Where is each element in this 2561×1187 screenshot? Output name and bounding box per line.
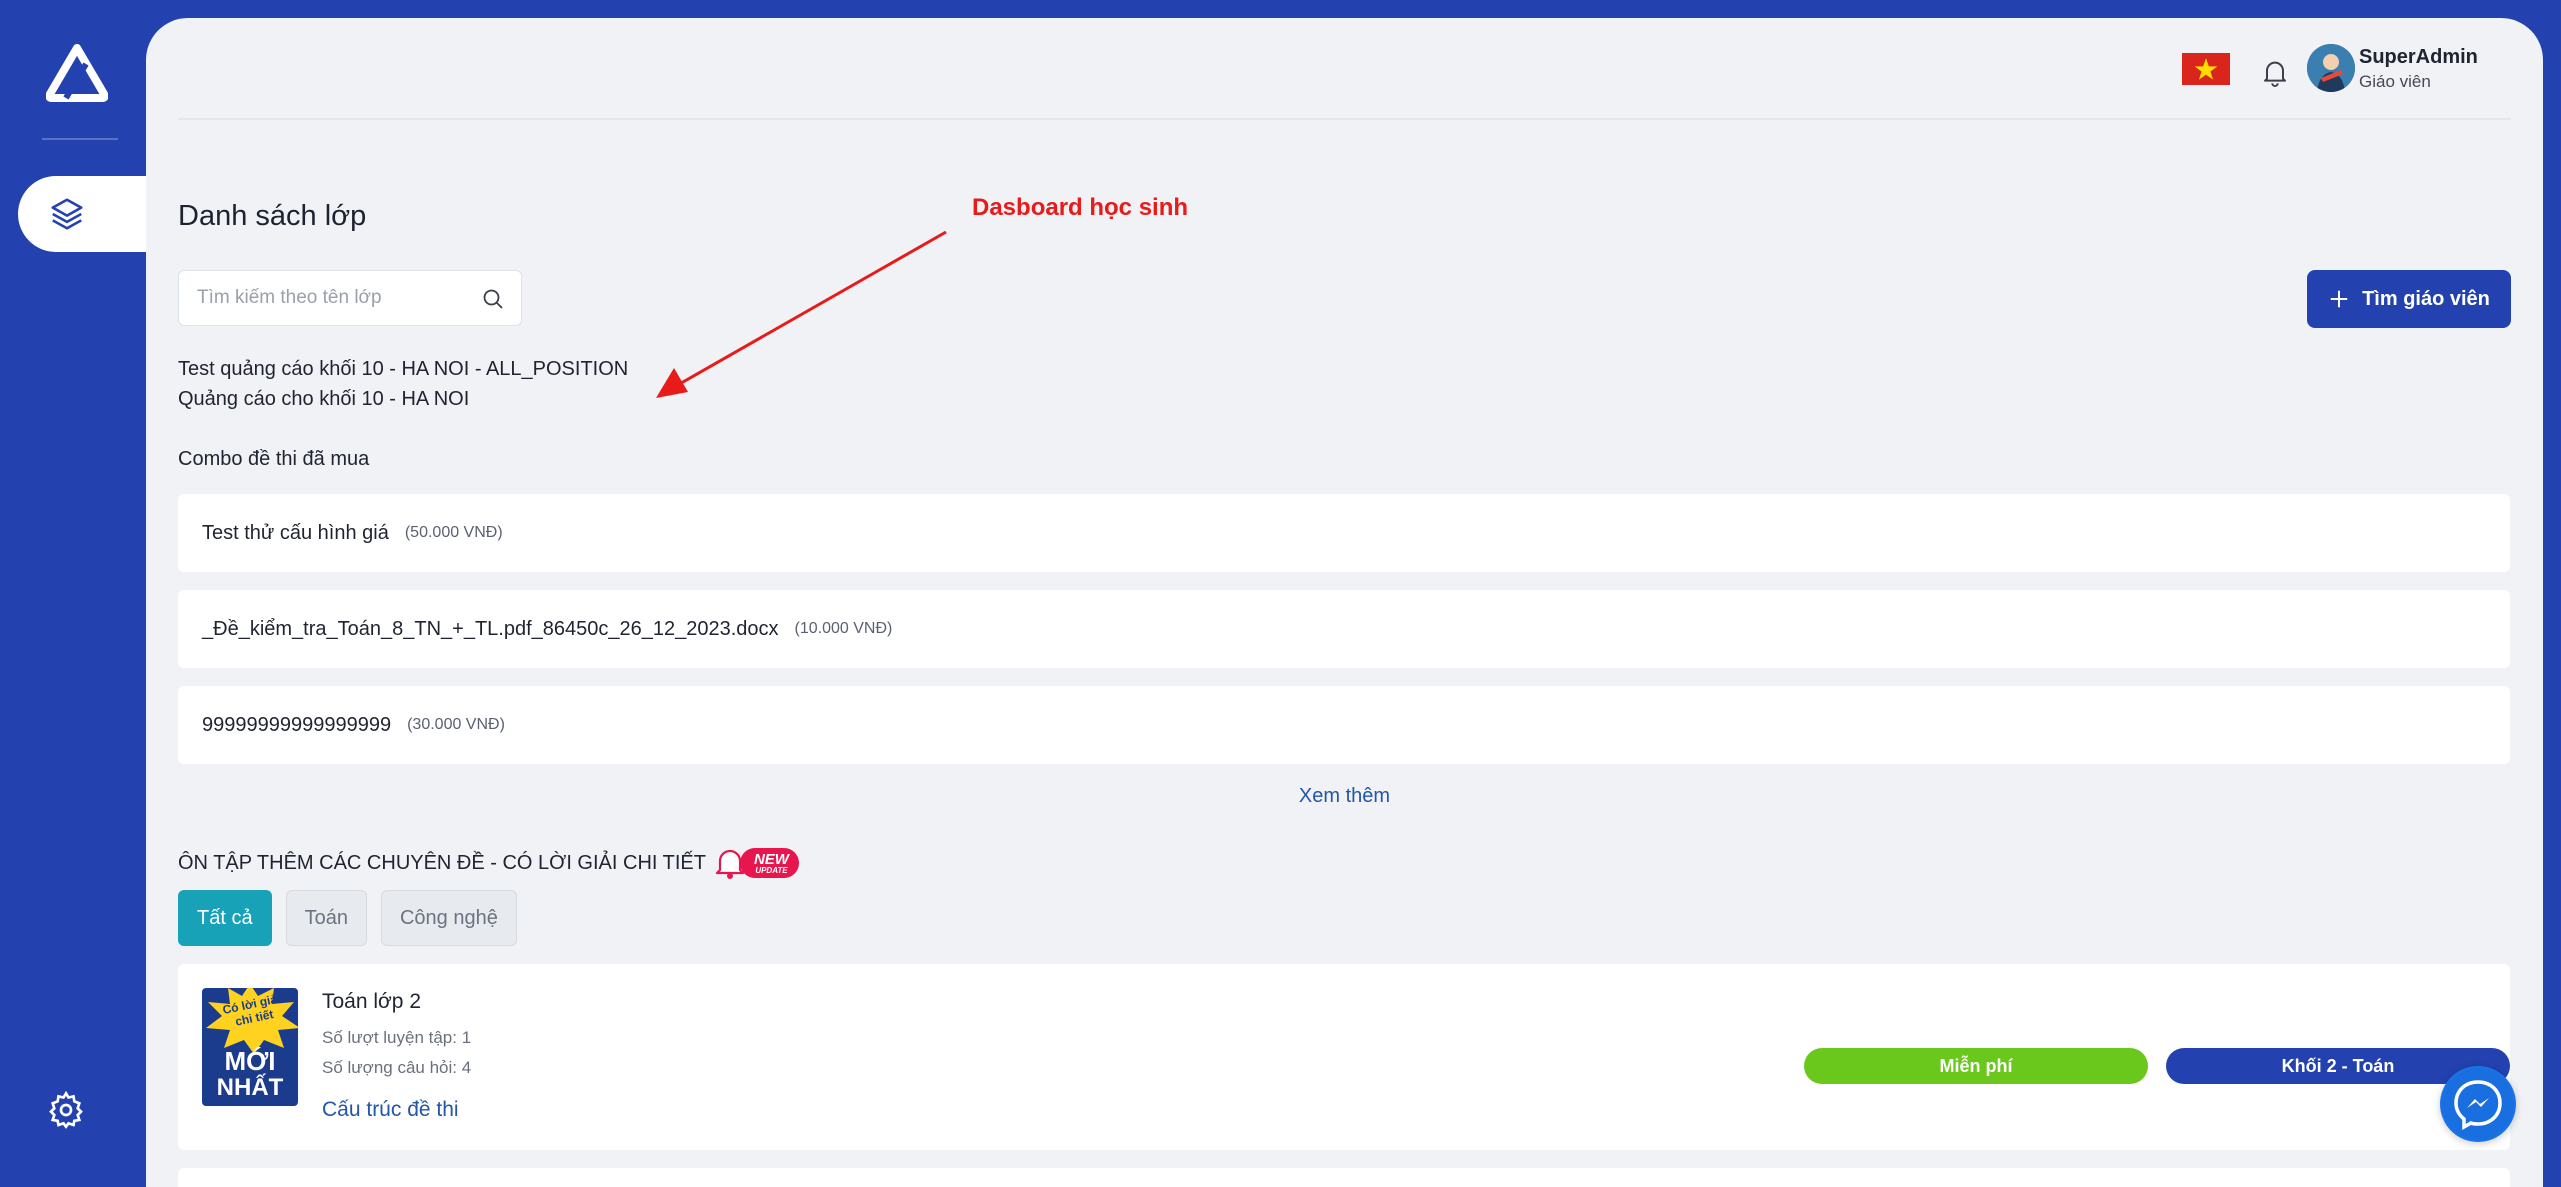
practice-count: Số lượt luyện tập: 1 <box>322 1028 472 1047</box>
annotation-label: Dasboard học sinh <box>972 194 1189 221</box>
thumb-text-line1: MỚI <box>224 1046 276 1076</box>
combo-item[interactable]: _Đề_kiểm_tra_Toán_8_TN_+_TL.pdf_86450c_2… <box>178 590 2510 668</box>
avatar[interactable] <box>2307 44 2355 92</box>
new-update-pill: NEW UPDATE <box>739 848 799 878</box>
annotation-arrow <box>656 230 947 398</box>
tab-math[interactable]: Toán <box>285 890 367 946</box>
price-badge: Miễn phí <box>1804 1048 2148 1084</box>
vietnam-flag-icon[interactable] <box>2182 53 2230 85</box>
logo-icon[interactable] <box>46 44 108 102</box>
course-card[interactable] <box>178 1168 2510 1187</box>
combo-name: Test thử cấu hình giá <box>202 521 389 544</box>
messenger-icon[interactable] <box>2440 1066 2516 1142</box>
top-header: SuperAdmin Giáo viên <box>178 18 2511 120</box>
see-more-link[interactable]: Xem thêm <box>146 785 2543 808</box>
find-teacher-label: Tìm giáo viên <box>2362 287 2490 310</box>
combo-name: 99999999999999999 <box>202 713 392 736</box>
bell-icon[interactable] <box>2259 54 2291 90</box>
tab-all[interactable]: Tất cả <box>178 890 272 946</box>
combo-name: _Đề_kiểm_tra_Toán_8_TN_+_TL.pdf_86450c_2… <box>202 617 779 640</box>
course-title[interactable]: Toán lớp 2 <box>322 990 421 1014</box>
user-name[interactable]: SuperAdmin <box>2359 46 2499 69</box>
thumb-text-line2: NHẤT <box>216 1074 284 1101</box>
ad-link[interactable]: Quảng cáo cho khối 10 - HA NOI <box>178 388 469 411</box>
question-count: Số lượng câu hỏi: 4 <box>322 1058 472 1077</box>
main-content: SuperAdmin Giáo viên Danh sách lớp Dasbo… <box>146 18 2543 1187</box>
badge-text-update: UPDATE <box>755 865 788 875</box>
layers-icon <box>51 198 83 230</box>
course-thumbnail: Có lời giải chi tiết MỚI NHẤT <box>202 988 298 1106</box>
search-input[interactable] <box>197 271 477 325</box>
plus-icon <box>2330 290 2348 308</box>
search-box <box>178 270 522 326</box>
combo-price: (30.000 VNĐ) <box>407 716 505 733</box>
course-card[interactable]: Có lời giải chi tiết MỚI NHẤT Toán lớp 2… <box>178 964 2510 1150</box>
exam-structure-link[interactable]: Cấu trúc đề thi <box>322 1098 459 1122</box>
search-icon[interactable] <box>481 287 505 311</box>
review-title-text: ÔN TẬP THÊM CÁC CHUYÊN ĐỀ - CÓ LỜI GIẢI … <box>178 851 706 874</box>
review-section-title: ÔN TẬP THÊM CÁC CHUYÊN ĐỀ - CÓ LỜI GIẢI … <box>178 846 799 880</box>
combo-item[interactable]: Test thử cấu hình giá (50.000 VNĐ) <box>178 494 2510 572</box>
sidebar <box>0 0 146 1187</box>
subject-tabs: Tất cả Toán Công nghệ <box>178 890 517 946</box>
sidebar-item-classes[interactable] <box>18 176 146 252</box>
tab-technology[interactable]: Công nghệ <box>380 890 517 946</box>
combo-item[interactable]: 99999999999999999 (30.000 VNĐ) <box>178 686 2510 764</box>
new-update-badge: NEW UPDATE <box>712 846 799 880</box>
badge-text-new: NEW <box>753 850 789 868</box>
combo-price: (50.000 VNĐ) <box>404 524 503 541</box>
combo-price: (10.000 VNĐ) <box>794 620 893 637</box>
sidebar-divider <box>42 138 118 140</box>
find-teacher-button[interactable]: Tìm giáo viên <box>2307 270 2511 328</box>
user-role: Giáo viên <box>2359 72 2431 91</box>
page-title: Danh sách lớp <box>178 200 367 232</box>
ad-link[interactable]: Test quảng cáo khối 10 - HA NOI - ALL_PO… <box>178 358 628 381</box>
combo-section-label: Combo đề thi đã mua <box>178 448 370 470</box>
settings-icon[interactable] <box>46 1090 86 1130</box>
